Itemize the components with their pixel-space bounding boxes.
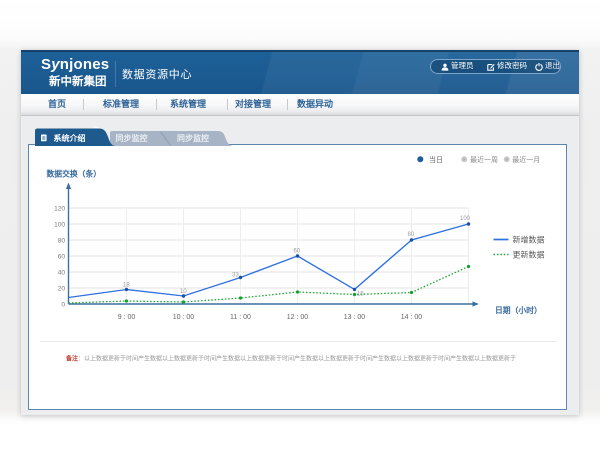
svg-text:80: 80 bbox=[57, 237, 65, 244]
svg-text:15: 15 bbox=[357, 291, 364, 297]
svg-text:100: 100 bbox=[54, 221, 65, 228]
svg-text:11 : 00: 11 : 00 bbox=[230, 314, 251, 321]
svg-text:更新数据: 更新数据 bbox=[512, 249, 544, 259]
svg-text:100: 100 bbox=[460, 216, 471, 222]
svg-text:12 : 00: 12 : 00 bbox=[286, 314, 308, 321]
svg-text:33: 33 bbox=[232, 272, 239, 278]
svg-text:同步监控: 同步监控 bbox=[177, 133, 209, 143]
svg-text:10 : 00: 10 : 00 bbox=[172, 314, 194, 321]
svg-text:60: 60 bbox=[293, 248, 300, 254]
svg-text:备注：以上数据更新于时间产生数据以上数据更新于时间产生数据以: 备注：以上数据更新于时间产生数据以上数据更新于时间产生数据以上数据更新于时间产生… bbox=[65, 354, 516, 362]
svg-text:当日: 当日 bbox=[429, 154, 443, 163]
svg-text:新增数据: 新增数据 bbox=[512, 234, 544, 244]
svg-text:80: 80 bbox=[407, 232, 414, 238]
svg-text:最近一周: 最近一周 bbox=[470, 154, 498, 163]
svg-text:数据交换（条）: 数据交换（条） bbox=[46, 168, 101, 178]
svg-text:10: 10 bbox=[180, 289, 187, 295]
svg-text:60: 60 bbox=[57, 253, 65, 260]
svg-text:14 : 00: 14 : 00 bbox=[400, 314, 422, 321]
svg-text:0: 0 bbox=[61, 301, 65, 308]
svg-text:20: 20 bbox=[57, 285, 65, 292]
svg-text:18: 18 bbox=[123, 282, 130, 288]
svg-text:同步监控: 同步监控 bbox=[116, 133, 148, 143]
svg-text:13 : 00: 13 : 00 bbox=[343, 314, 365, 321]
svg-text:9 : 00: 9 : 00 bbox=[117, 314, 135, 321]
svg-text:最近一月: 最近一月 bbox=[512, 154, 540, 163]
svg-text:40: 40 bbox=[57, 269, 65, 276]
svg-text:120: 120 bbox=[54, 205, 65, 212]
svg-text:日期（小时）: 日期（小时） bbox=[495, 305, 542, 315]
svg-text:系统介绍: 系统介绍 bbox=[54, 133, 86, 143]
